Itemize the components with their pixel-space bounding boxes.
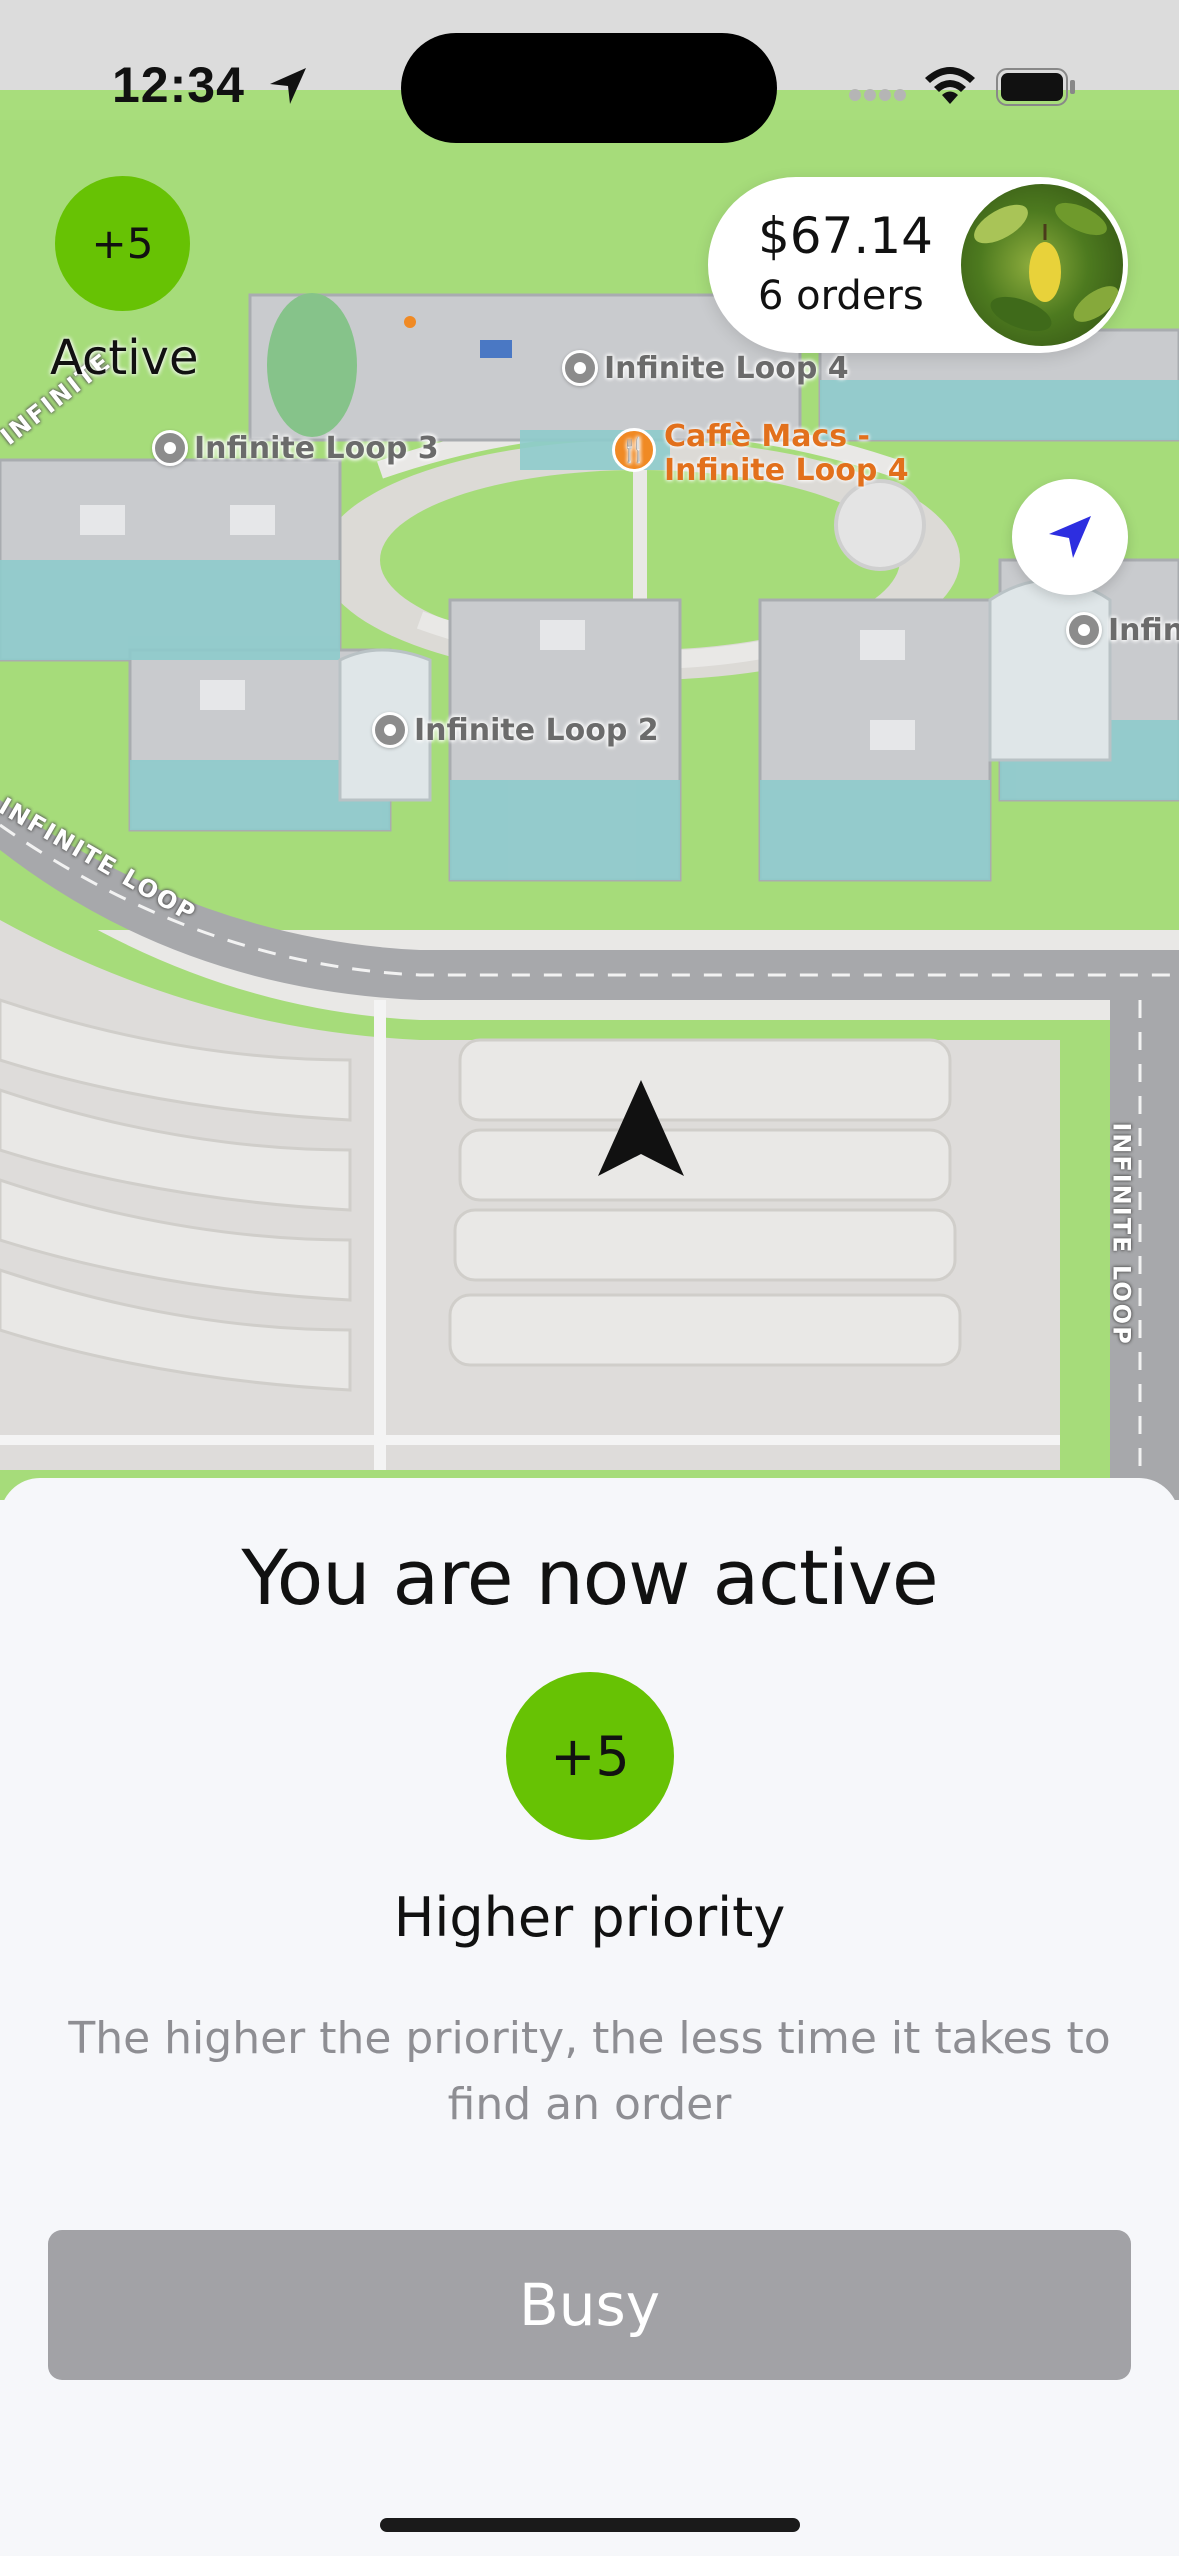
status-time: 12:34 xyxy=(112,57,245,113)
poi-marker-icon xyxy=(1066,612,1102,648)
battery-icon xyxy=(996,68,1075,106)
poi-infinite-loop-partial[interactable]: Infin xyxy=(1066,612,1179,648)
earnings-pill[interactable]: $67.14 6 orders xyxy=(708,177,1128,353)
home-indicator[interactable] xyxy=(380,2518,800,2532)
cafe-label-line1: Caffè Macs - xyxy=(664,419,870,454)
fork-knife-icon: 🍴 xyxy=(612,428,656,472)
road-label-right: INFINITE LOOP xyxy=(1107,1122,1136,1346)
signal-dots-icon xyxy=(849,89,906,101)
poi-marker-icon xyxy=(562,350,598,386)
location-arrow-icon xyxy=(270,68,306,104)
poi-marker-icon xyxy=(372,712,408,748)
wifi-icon xyxy=(925,67,975,104)
sheet-title: You are now active xyxy=(241,1533,938,1622)
poi-label-text: Infinite Loop 4 xyxy=(604,350,849,386)
avatar-photo xyxy=(974,202,1119,332)
sheet-subtitle: Higher priority xyxy=(393,1886,786,1949)
poi-label-text: Infinite Loop 2 xyxy=(414,712,659,748)
active-status-sheet: You are now active +5 Higher priority Th… xyxy=(0,1478,1179,2556)
poi-infinite-loop-2[interactable]: Infinite Loop 2 xyxy=(372,712,659,748)
poi-marker-icon xyxy=(152,430,188,466)
dynamic-island xyxy=(401,33,777,143)
poi-caffe-macs[interactable]: 🍴 Caffè Macs - Infinite Loop 4 xyxy=(612,420,909,488)
avatar[interactable] xyxy=(958,181,1126,349)
poi-label-text: Infin xyxy=(1108,612,1179,648)
earnings-amount: $67.14 xyxy=(758,207,933,265)
busy-button[interactable]: Busy xyxy=(48,2230,1131,2380)
locate-me-icon xyxy=(1049,516,1091,558)
sheet-priority-badge: +5 xyxy=(506,1672,674,1840)
poi-infinite-loop-3[interactable]: Infinite Loop 3 xyxy=(152,430,439,466)
priority-badge[interactable]: +5 xyxy=(55,176,190,311)
orders-count: 6 orders xyxy=(758,273,924,319)
navigation-arrow-icon xyxy=(598,1080,684,1176)
cafe-label-line2: Infinite Loop 4 xyxy=(664,453,909,488)
locate-me-button[interactable] xyxy=(1012,479,1128,595)
poi-label-text: Infinite Loop 3 xyxy=(194,430,439,466)
poi-infinite-loop-4[interactable]: Infinite Loop 4 xyxy=(562,350,849,386)
status-active-label: Active xyxy=(50,330,199,386)
status-bar: 12:34 xyxy=(0,0,1179,150)
sheet-description: The higher the priority, the less time i… xyxy=(68,2013,1111,2130)
